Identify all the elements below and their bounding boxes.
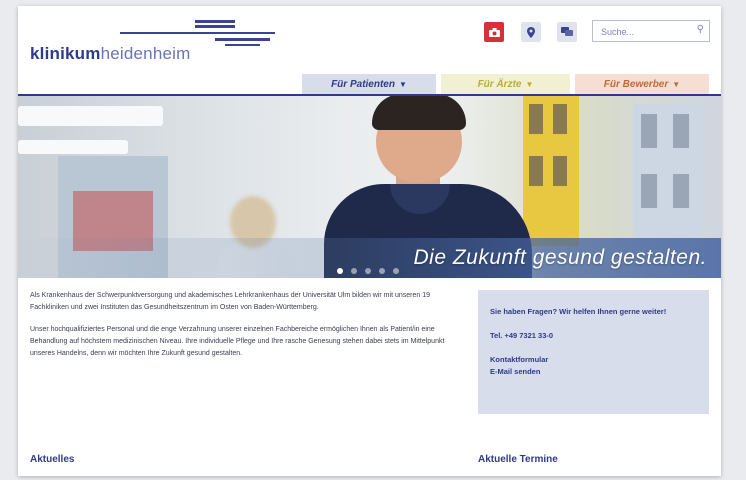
search-input[interactable]	[599, 22, 693, 42]
hero-background-board	[523, 96, 579, 246]
nav-tab-bewerber[interactable]: Für Bewerber ▼	[575, 74, 709, 94]
slider-dot[interactable]	[393, 268, 399, 274]
slider-dot[interactable]	[337, 268, 343, 274]
chevron-down-icon: ▼	[672, 79, 681, 89]
hero-background-frame	[633, 104, 703, 244]
intro-text: Als Krankenhaus der Schwerpunktversorgun…	[30, 290, 470, 370]
slider-dot[interactable]	[365, 268, 371, 274]
email-link[interactable]: E-Mail senden	[490, 366, 697, 378]
hero-slogan: Die Zukunft gesund gestalten.	[413, 246, 707, 269]
nav-tab-label: Für Ärzte	[477, 78, 522, 90]
slider-dot[interactable]	[351, 268, 357, 274]
nav-tab-label: Für Patienten	[331, 78, 395, 90]
slider-dots	[337, 268, 399, 274]
logo-bold: klinikum	[30, 44, 101, 63]
map-pin-icon[interactable]	[521, 22, 541, 42]
contact-question: Sie haben Fragen? Wir helfen Ihnen gerne…	[490, 307, 667, 316]
section-title-news: Aktuelles	[30, 454, 75, 465]
contact-form-link[interactable]: Kontaktformular	[490, 354, 697, 366]
section-title-events: Aktuelle Termine	[478, 454, 558, 465]
camera-icon[interactable]	[484, 22, 504, 42]
nav-tab-aerzte[interactable]: Für Ärzte ▼	[441, 74, 570, 94]
ceiling-light	[18, 140, 128, 154]
search-icon[interactable]: ⚲	[697, 24, 704, 35]
logo[interactable]: klinikumheidenheim	[30, 18, 275, 68]
ceiling-light	[18, 106, 163, 126]
intro-paragraph: Unser hochqualifiziertes Personal und di…	[30, 326, 445, 357]
search-box[interactable]: ⚲	[592, 20, 710, 42]
logo-light: heidenheim	[100, 44, 191, 63]
nav-tab-label: Für Bewerber	[603, 78, 669, 90]
nav-tab-patienten[interactable]: Für Patienten ▼	[302, 74, 436, 94]
contact-phone[interactable]: Tel. +49 7321 33-0	[490, 330, 697, 342]
page: klinikumheidenheim ⚲ Für Patienten▼ Für …	[18, 6, 721, 476]
chevron-down-icon: ▼	[525, 79, 534, 89]
chat-icon[interactable]	[557, 22, 577, 42]
slider-dot[interactable]	[379, 268, 385, 274]
hero-slider[interactable]: Die Zukunft gesund gestalten.	[18, 96, 721, 278]
hero-doctor-hair	[372, 96, 466, 130]
contact-box: Sie haben Fragen? Wir helfen Ihnen gerne…	[478, 290, 709, 414]
logo-wordmark: klinikumheidenheim	[30, 44, 190, 64]
intro-paragraph: Als Krankenhaus der Schwerpunktversorgun…	[30, 292, 430, 311]
chevron-down-icon: ▼	[398, 79, 407, 89]
